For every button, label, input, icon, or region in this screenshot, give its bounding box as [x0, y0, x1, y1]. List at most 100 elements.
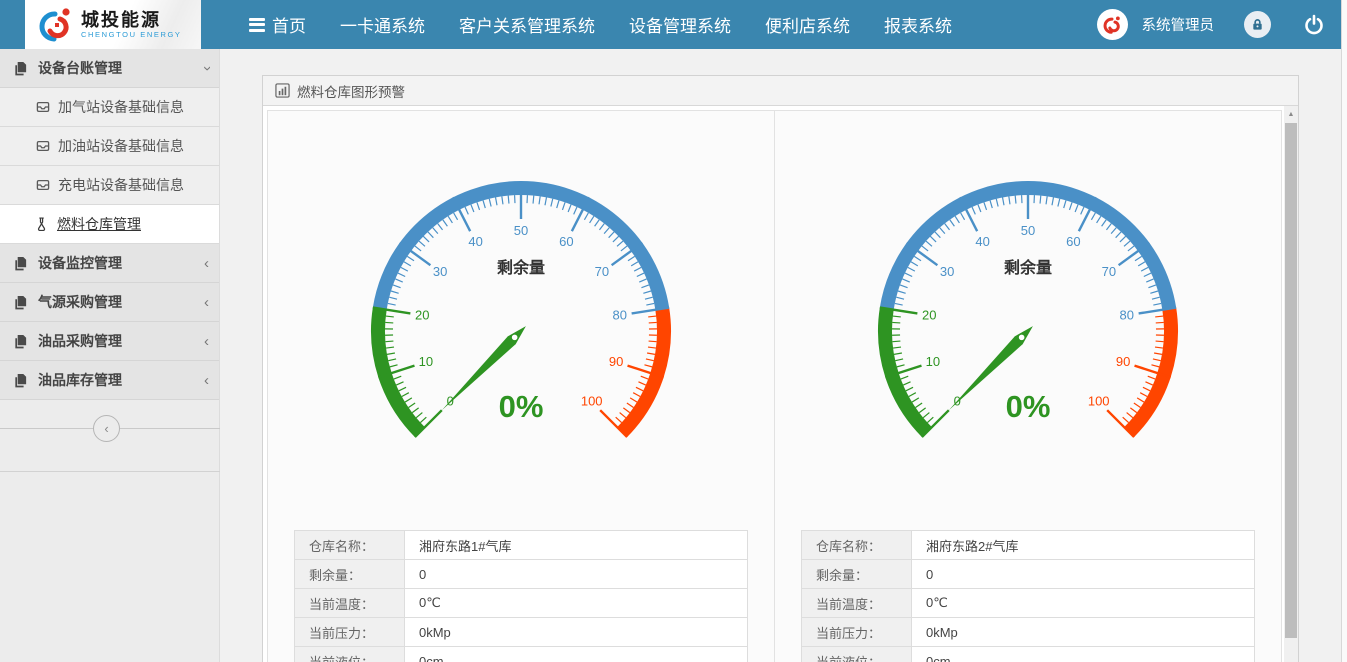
avatar-swirl-icon	[1103, 15, 1120, 34]
top-navbar: 城投能源 CHENGTOU ENERGY 首页 一卡通系统 客户关系管理系统 设备管理…	[0, 0, 1341, 49]
top-menu-item-label: 一卡通系统	[340, 17, 425, 36]
table-row: 剩余量： 0	[294, 559, 748, 589]
sidebar-collapse-button[interactable]: ‹	[93, 415, 120, 442]
svg-text:10: 10	[926, 354, 940, 369]
sidebar-item-label: 充电站设备基础信息	[58, 177, 184, 193]
svg-text:20: 20	[922, 307, 936, 322]
table-row: 仓库名称： 湘府东路1#气库	[294, 530, 748, 560]
top-menu-item[interactable]: 设备管理系统	[612, 0, 748, 49]
warehouse-gauge-box: 0 10 20 30 40 50 60 70 80 90 100 剩余量 0% 仓库名称：湘府东路1#气库…	[267, 110, 775, 662]
warehouse-gauge-box: 0 10 20 30 40 50 60 70 80 90 100 剩余量 0% 仓库名称：湘府东路2#气库…	[774, 110, 1282, 662]
panel-title: 燃料仓库图形预警	[297, 84, 405, 100]
drawer-icon	[36, 100, 50, 114]
svg-text:50: 50	[514, 223, 528, 238]
table-row: 当前液位： 0cm	[801, 646, 1255, 662]
top-menu-item-label: 报表系统	[884, 17, 952, 36]
gauge-chart: 0102030405060708090100剩余量0%	[878, 181, 1178, 438]
lock-icon	[1253, 19, 1262, 30]
sidebar-item[interactable]: 加气站设备基础信息	[0, 88, 219, 127]
table-row-value: 0cm	[911, 646, 1255, 662]
table-row-label: 当前压力：	[294, 617, 405, 647]
sidebar-divider-2	[0, 471, 220, 472]
top-menu-item[interactable]: 客户关系管理系统	[442, 0, 612, 49]
brand-logo[interactable]: 城投能源 CHENGTOU ENERGY	[25, 0, 201, 49]
top-menu-item-label: 首页	[272, 17, 306, 36]
brand-subtitle: CHENGTOU ENERGY	[81, 29, 182, 39]
user-name[interactable]: 系统管理员	[1142, 14, 1215, 35]
power-icon	[1305, 14, 1323, 34]
sidebar-group[interactable]: 气源采购管理 ‹	[0, 283, 219, 322]
svg-text:50: 50	[1021, 223, 1035, 238]
sidebar-menu: 设备台账管理 ‹ 加气站设备基础信息 加油站设备基础信息 充电站设备基础信息 燃料仓库管理…	[0, 49, 219, 400]
sidebar-group-label: 设备台账管理	[38, 60, 122, 76]
top-menu-item[interactable]: 一卡通系统	[323, 0, 442, 49]
flask-icon	[36, 217, 49, 231]
sidebar-item[interactable]: 充电站设备基础信息	[0, 166, 219, 205]
page-scrollbar[interactable]	[1341, 0, 1347, 662]
lock-button[interactable]	[1244, 11, 1271, 38]
table-row: 当前液位： 0cm	[294, 646, 748, 662]
table-row-label: 当前温度：	[801, 588, 912, 618]
svg-text:90: 90	[1116, 354, 1130, 369]
table-row-label: 当前温度：	[294, 588, 405, 618]
gauge-title: 剩余量	[497, 258, 545, 277]
avatar[interactable]	[1096, 9, 1128, 40]
panel-scrollbar[interactable]: ▲	[1284, 106, 1298, 662]
sidebar-group[interactable]: 油品库存管理 ‹	[0, 361, 219, 400]
scrollbar-thumb[interactable]	[1285, 123, 1297, 638]
svg-text:10: 10	[419, 354, 433, 369]
table-row: 当前压力： 0kMp	[801, 617, 1255, 647]
table-row-value: 湘府东路1#气库	[404, 530, 748, 560]
sidebar-item-label: 加气站设备基础信息	[58, 99, 184, 115]
svg-text:60: 60	[1066, 234, 1080, 249]
drawer-icon	[36, 139, 50, 153]
gauge-chart: 0102030405060708090100剩余量0%	[371, 181, 671, 438]
sidebar-group-label: 油品采购管理	[38, 333, 122, 349]
scroll-up-arrow[interactable]: ▲	[1284, 106, 1298, 122]
hamburger-icon	[249, 15, 265, 34]
panel-body: 0102030405060708090100剩余量0%仓库名称：湘府东路1#气库…	[263, 106, 1298, 662]
drawer-icon	[36, 178, 50, 192]
top-menu-item-label: 客户关系管理系统	[459, 17, 595, 36]
content-area: 燃料仓库图形预警 0102030405060708090100剩余量0%仓库名称…	[221, 49, 1341, 662]
bar-chart-icon	[275, 83, 290, 98]
table-row-value: 0	[911, 559, 1255, 589]
warehouse-info-table: 仓库名称： 湘府东路1#气库 剩余量： 0 当前温度： 0℃ 当前压力： 0kMp 当前液位： 0…	[294, 530, 748, 662]
table-row: 剩余量： 0	[801, 559, 1255, 589]
svg-text:80: 80	[1120, 307, 1134, 322]
table-row: 当前温度： 0℃	[801, 588, 1255, 618]
svg-text:40: 40	[468, 234, 482, 249]
sidebar-group[interactable]: 设备监控管理 ‹	[0, 244, 219, 283]
top-menu-item-label: 设备管理系统	[629, 17, 731, 36]
sidebar-group[interactable]: 设备台账管理 ‹	[0, 49, 219, 88]
sidebar-group[interactable]: 油品采购管理 ‹	[0, 322, 219, 361]
table-row-value: 0kMp	[404, 617, 748, 647]
brand-name: 城投能源	[81, 9, 161, 30]
chevron-left-icon: ‹	[204, 332, 209, 350]
table-row-label: 剩余量：	[801, 559, 912, 589]
app-root: 城投能源 CHENGTOU ENERGY 首页 一卡通系统 客户关系管理系统 设备管理…	[0, 0, 1347, 662]
svg-text:70: 70	[595, 264, 609, 279]
top-menu-item[interactable]: 报表系统	[867, 0, 969, 49]
table-row-value: 0	[404, 559, 748, 589]
table-row-label: 仓库名称：	[801, 530, 912, 560]
documents-icon	[13, 334, 28, 349]
svg-text:70: 70	[1102, 264, 1116, 279]
sidebar-item[interactable]: 加油站设备基础信息	[0, 127, 219, 166]
documents-icon	[13, 373, 28, 388]
warehouse-info-table: 仓库名称： 湘府东路2#气库 剩余量： 0 当前温度： 0℃ 当前压力： 0kMp 当前液位： 0…	[801, 530, 1255, 662]
logout-button[interactable]	[1299, 10, 1329, 40]
chart-area: 0102030405060708090100剩余量0%仓库名称：湘府东路1#气库…	[263, 106, 1284, 662]
sidebar: 设备台账管理 ‹ 加气站设备基础信息 加油站设备基础信息 充电站设备基础信息 燃料仓库管理…	[0, 49, 220, 662]
chevron-left-icon: ‹	[204, 254, 209, 272]
table-row-value: 0℃	[404, 588, 748, 618]
chevron-left-icon: ‹	[204, 293, 209, 311]
warning-panel: 燃料仓库图形预警 0102030405060708090100剩余量0%仓库名称…	[262, 75, 1299, 662]
table-row: 当前温度： 0℃	[294, 588, 748, 618]
table-row-value: 0kMp	[911, 617, 1255, 647]
table-row-value: 0℃	[911, 588, 1255, 618]
top-menu-item[interactable]: 便利店系统	[748, 0, 867, 49]
sidebar-item-active[interactable]: 燃料仓库管理	[0, 205, 219, 244]
top-menu-item-home[interactable]: 首页	[232, 0, 323, 49]
navbar-right: 系统管理员	[1096, 0, 1334, 49]
